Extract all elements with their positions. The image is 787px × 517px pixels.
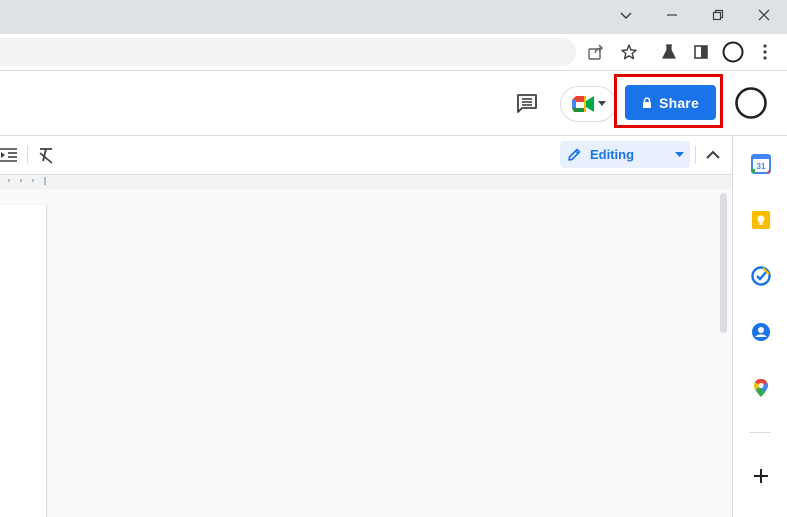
profile-avatar-icon[interactable] — [721, 40, 745, 64]
close-icon[interactable] — [741, 0, 787, 30]
editing-mode-button[interactable]: Editing — [560, 141, 690, 168]
vertical-scrollbar[interactable] — [720, 193, 727, 333]
address-bar[interactable] — [0, 38, 576, 66]
tab-search-icon[interactable] — [603, 0, 649, 30]
document-page[interactable] — [0, 205, 47, 517]
keep-icon[interactable] — [751, 210, 771, 230]
share-label: Share — [659, 94, 699, 111]
restore-icon[interactable] — [695, 0, 741, 30]
indent-icon[interactable] — [0, 146, 18, 164]
editing-label: Editing — [590, 147, 635, 162]
browser-toolbar — [0, 34, 787, 71]
calendar-icon[interactable]: 31 — [751, 154, 771, 174]
menu-dots-icon[interactable] — [753, 40, 777, 64]
collapse-chevron-icon[interactable] — [704, 146, 722, 164]
calendar-day: 31 — [757, 162, 766, 171]
labs-flask-icon[interactable] — [657, 40, 681, 64]
pencil-icon — [567, 147, 582, 162]
side-panel: 31 — [732, 136, 787, 517]
share-page-icon[interactable] — [584, 40, 608, 64]
horizontal-ruler — [0, 174, 732, 190]
clear-formatting-icon[interactable] — [37, 146, 55, 164]
add-icon[interactable] — [751, 466, 771, 486]
browser-titlebar — [0, 0, 787, 34]
meet-dropdown-icon — [598, 101, 606, 107]
document-canvas[interactable] — [0, 189, 732, 517]
lock-icon — [642, 96, 652, 109]
dropdown-arrow-icon — [675, 152, 684, 157]
account-avatar-icon[interactable] — [734, 86, 768, 120]
minimize-icon[interactable] — [649, 0, 695, 30]
meet-icon — [570, 94, 596, 114]
meet-button[interactable] — [560, 86, 616, 122]
tasks-icon[interactable] — [751, 266, 771, 286]
comment-history-icon[interactable] — [514, 90, 540, 116]
toolbar-divider — [27, 146, 28, 164]
contacts-icon[interactable] — [751, 322, 771, 342]
bookmark-star-icon[interactable] — [617, 40, 641, 64]
share-button[interactable]: Share — [625, 85, 716, 120]
maps-icon[interactable] — [751, 378, 771, 398]
side-panel-divider — [749, 432, 771, 433]
side-panel-icon[interactable] — [689, 40, 713, 64]
toolbar-divider — [695, 146, 696, 164]
